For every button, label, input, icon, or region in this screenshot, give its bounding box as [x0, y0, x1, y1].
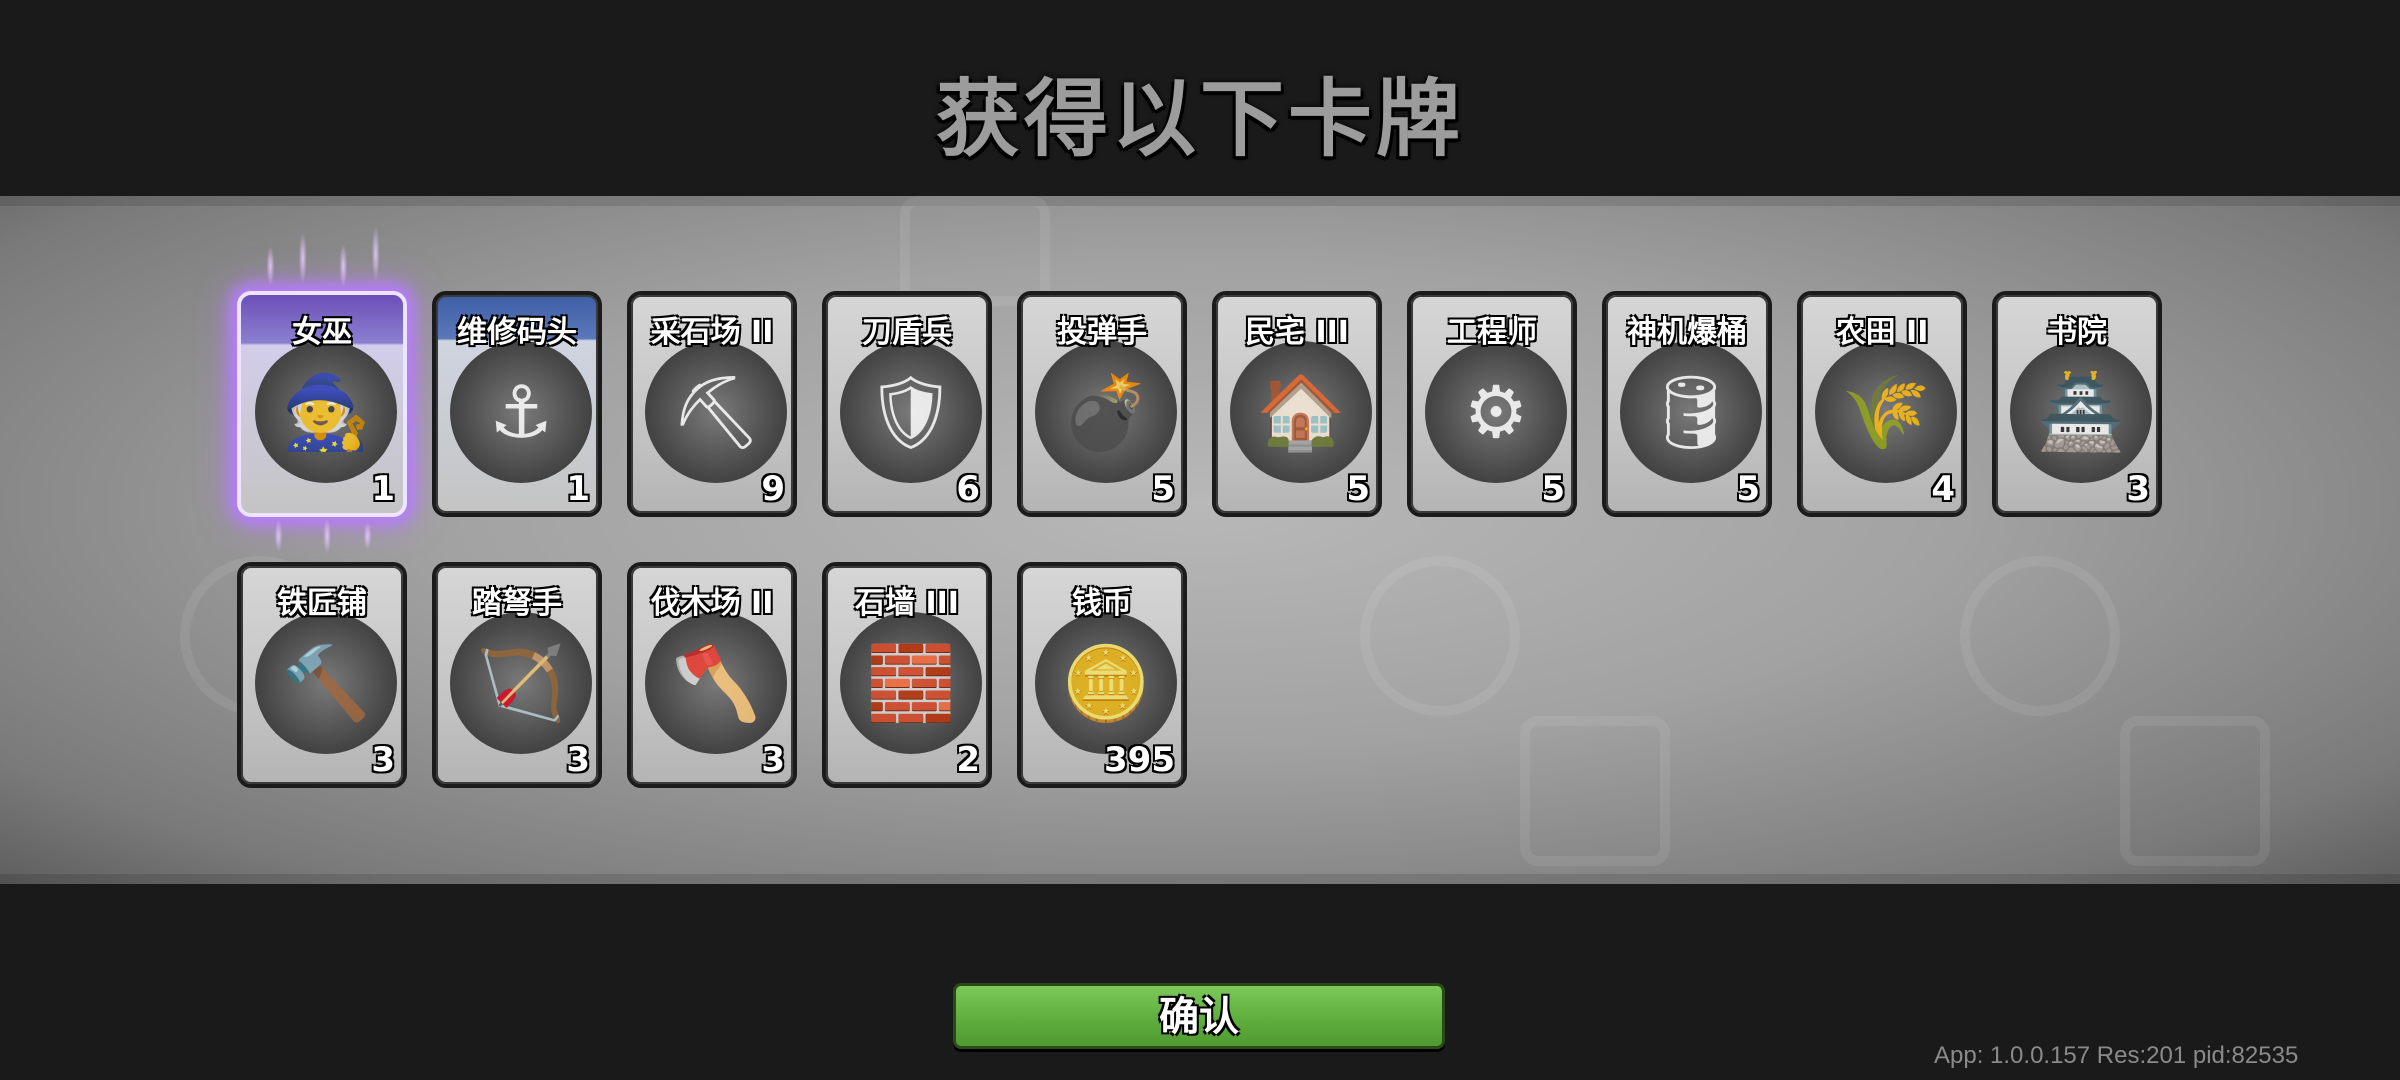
- card-count: 5: [1151, 469, 1175, 509]
- lumber-mill-icon: 🪓: [645, 612, 787, 754]
- quarry-icon: ⛏: [645, 341, 787, 483]
- academy-icon: 🏯: [2010, 341, 2152, 483]
- card-count: 5: [1736, 469, 1760, 509]
- farm-icon: 🌾: [1815, 341, 1957, 483]
- card-stone-wall[interactable]: 石墙 III 🧱 2: [822, 562, 992, 788]
- witch-sparkles: [238, 218, 400, 298]
- card-explosive-barrel[interactable]: 神机爆桶 🛢 5: [1602, 291, 1772, 517]
- card-witch[interactable]: 女巫 🧙 1: [237, 291, 407, 517]
- witch-icon: 🧙: [255, 341, 397, 483]
- card-lumber-mill[interactable]: 伐木场 II 🪓 3: [627, 562, 797, 788]
- card-name: 刀盾兵: [862, 315, 952, 350]
- card-count: 1: [371, 469, 395, 509]
- card-repair-dock[interactable]: 维修码头 ⚓ 1: [432, 291, 602, 517]
- card-name: 工程师: [1447, 315, 1537, 350]
- card-count: 5: [1541, 469, 1565, 509]
- bg-wheel-glyph: [1960, 556, 2120, 716]
- card-name: 神机爆桶: [1627, 315, 1747, 350]
- confirm-button[interactable]: 确认: [953, 983, 1445, 1049]
- card-name: 女巫: [292, 315, 352, 350]
- panel-edge-top: [0, 196, 2400, 206]
- bg-shield-glyph: [900, 196, 1050, 306]
- card-sword-shield-soldier[interactable]: 刀盾兵 🛡 6: [822, 291, 992, 517]
- card-count: 1: [566, 469, 590, 509]
- card-name: 农田 II: [1835, 315, 1929, 350]
- card-engineer[interactable]: 工程师 ⚙ 5: [1407, 291, 1577, 517]
- card-name: 投弹手: [1057, 315, 1147, 350]
- card-count: 9: [761, 469, 785, 509]
- repair-dock-icon: ⚓: [450, 341, 592, 483]
- card-bomber[interactable]: 投弹手 💣 5: [1017, 291, 1187, 517]
- page-title: 获得以下卡牌: [935, 70, 1464, 168]
- explosive-barrel-icon: 🛢: [1620, 341, 1762, 483]
- card-count: 6: [956, 469, 980, 509]
- card-name: 采石场 II: [650, 315, 774, 350]
- card-name: 维修码头: [457, 315, 577, 350]
- house-icon: 🏠: [1230, 341, 1372, 483]
- card-count: 4: [1931, 469, 1955, 509]
- coin-icon: 🪙: [1035, 612, 1177, 754]
- stone-wall-icon: 🧱: [840, 612, 982, 754]
- sword-shield-soldier-icon: 🛡: [840, 341, 982, 483]
- card-name: 石墙 III: [855, 586, 959, 621]
- card-house[interactable]: 民宅 III 🏠 5: [1212, 291, 1382, 517]
- card-count: 3: [761, 740, 785, 780]
- bg-wheel-glyph: [1360, 556, 1520, 716]
- card-count: 5: [1346, 469, 1370, 509]
- card-quarry[interactable]: 采石场 II ⛏ 9: [627, 291, 797, 517]
- card-crossbowman[interactable]: 踏弩手 🏹 3: [432, 562, 602, 788]
- card-count: 3: [2126, 469, 2150, 509]
- card-name: 书院: [2047, 315, 2107, 350]
- card-count: 2: [956, 740, 980, 780]
- version-info: App: 1.0.0.157 Res:201 pid:82535: [1934, 1042, 2299, 1069]
- panel-edge-bottom: [0, 874, 2400, 884]
- card-farm[interactable]: 农田 II 🌾 4: [1797, 291, 1967, 517]
- card-name: 伐木场 II: [650, 586, 774, 621]
- card-blacksmith[interactable]: 铁匠铺 🔨 3: [237, 562, 407, 788]
- card-coin[interactable]: 钱币 🪙 395: [1017, 562, 1187, 788]
- card-academy[interactable]: 书院 🏯 3: [1992, 291, 2162, 517]
- bomber-icon: 💣: [1035, 341, 1177, 483]
- card-count: 3: [566, 740, 590, 780]
- engineer-icon: ⚙: [1425, 341, 1567, 483]
- card-name: 踏弩手: [472, 586, 562, 621]
- card-count: 3: [371, 740, 395, 780]
- bg-shield-glyph: [1520, 716, 1670, 866]
- card-name: 民宅 III: [1245, 315, 1349, 350]
- bg-shield-glyph: [2120, 716, 2270, 866]
- card-name: 铁匠铺: [277, 586, 367, 621]
- witch-sparkles-bottom: [238, 516, 400, 566]
- crossbowman-icon: 🏹: [450, 612, 592, 754]
- card-name: 钱币: [1072, 586, 1132, 621]
- card-count: 395: [1104, 740, 1175, 780]
- blacksmith-icon: 🔨: [255, 612, 397, 754]
